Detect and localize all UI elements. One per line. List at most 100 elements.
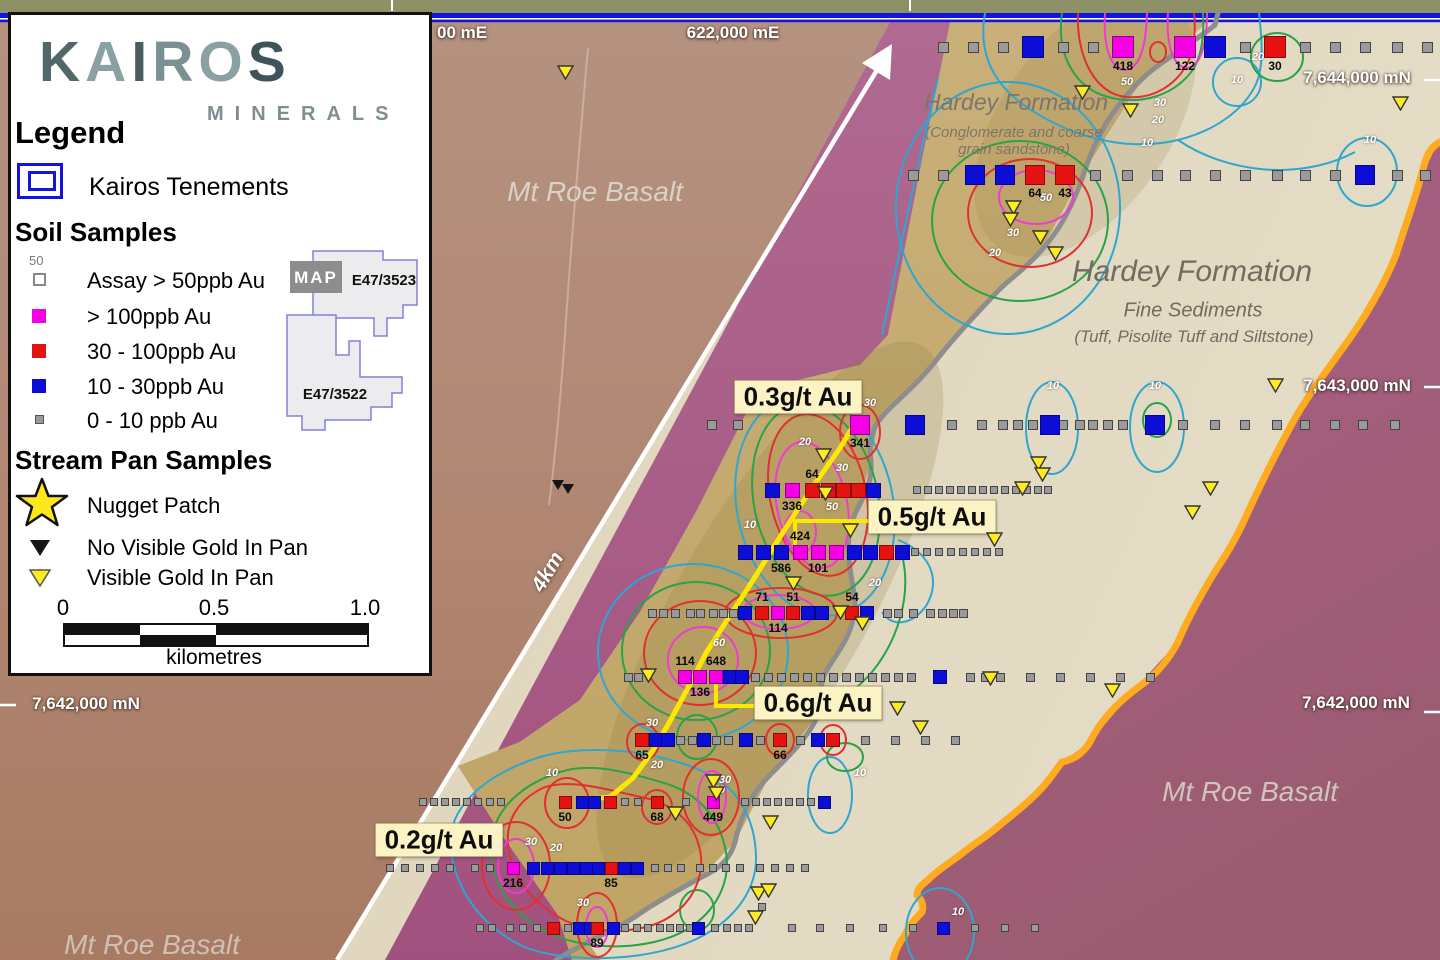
- soil-item-label: > 100ppb Au: [87, 304, 211, 330]
- soil-sample-low: [921, 736, 930, 745]
- contour-value-label: 10: [546, 767, 558, 779]
- assay-value-label: 85: [604, 876, 617, 890]
- soil-sample-low: [1001, 924, 1009, 932]
- kairos-logo-letter: R: [152, 30, 198, 94]
- assay-value-label: 424: [790, 529, 810, 543]
- soil-sample-low: [446, 864, 454, 872]
- soil-sample-low: [1088, 420, 1098, 430]
- soil-sample-low: [788, 924, 796, 932]
- tenements-label: Kairos Tenements: [89, 173, 289, 202]
- pan-sample-visible-gold: [1184, 505, 1201, 520]
- soil-sample-low: [401, 864, 409, 872]
- soil-sample-low: [949, 609, 958, 618]
- pan-sample-visible-gold: [1267, 378, 1284, 393]
- soil-sample-low: [696, 609, 705, 618]
- soil-sample-low: [1330, 42, 1341, 53]
- contour-value-label: 30: [1154, 97, 1166, 109]
- soil-sample-low: [441, 798, 449, 806]
- soil-sample-point: [785, 483, 800, 498]
- assay-value-label: 65: [635, 748, 648, 762]
- pan-sample-visible-gold: [815, 448, 832, 463]
- tenement-outline-icon: [17, 163, 63, 199]
- pan-sample-visible-gold: [854, 616, 871, 631]
- soil-sample-low: [1103, 420, 1113, 430]
- assay-value-label: 586: [771, 561, 791, 575]
- soil-sample-point: [1025, 165, 1045, 185]
- soil-sample-point: [826, 733, 840, 747]
- assay-value-label: 64: [1028, 186, 1041, 200]
- formation-label: (Conglomerate and coarsegrain sandstone): [925, 124, 1103, 159]
- soil-sample-low: [419, 798, 427, 806]
- soil-sample-point: [697, 733, 711, 747]
- contour-value-label: 10: [1364, 134, 1376, 146]
- soil-sample-point: [651, 796, 664, 809]
- assay-value-label: 30: [1268, 59, 1281, 73]
- pan-sample-visible-gold: [1032, 230, 1049, 245]
- soil-sample-low: [486, 798, 494, 806]
- soil-sample-point: [866, 483, 881, 498]
- contour-value-label: 30: [836, 462, 848, 474]
- pan-sample-visible-gold: [912, 720, 929, 735]
- exploration-map-page: 00 mE622,000 mE7,644,000 mN7,643,000 mN7…: [0, 0, 1440, 960]
- soil-sample-low: [648, 609, 657, 618]
- soil-sample-point: [693, 670, 707, 684]
- soil-sample-low: [971, 924, 979, 932]
- yellow-triangle-icon: [29, 569, 51, 587]
- soil-sample-low: [983, 548, 991, 556]
- soil-sample-low: [913, 486, 921, 494]
- soil-sample-point: [801, 606, 815, 620]
- soil-sample-point: [735, 670, 749, 684]
- contour-value-label: 20: [799, 436, 811, 448]
- soil-sample-low: [621, 924, 629, 932]
- contour-value-label: 10: [744, 519, 756, 531]
- legend-panel: KAIROS MINERALS Legend Kairos Tenements …: [8, 12, 432, 676]
- assay-value-label: 66: [773, 748, 786, 762]
- soil-sample-low: [741, 798, 749, 806]
- soil-sample-low: [416, 864, 424, 872]
- soil-sample-low: [533, 924, 541, 932]
- soil-sample-low: [774, 798, 782, 806]
- contour-value-label: 60: [713, 637, 725, 649]
- assay-value-label: 341: [850, 436, 870, 450]
- assay-value-label: 43: [1058, 186, 1071, 200]
- kairos-logo-letter: S: [248, 30, 291, 94]
- contour-value-label: 30: [1007, 227, 1019, 239]
- soil-sample-low: [816, 673, 825, 682]
- soil-sample-point: [756, 545, 771, 560]
- assay-value-label: 51: [786, 590, 799, 604]
- pan-sample-visible-gold: [1034, 467, 1051, 482]
- scale-unit: kilometres: [166, 646, 262, 670]
- soil-sample-low: [796, 798, 804, 806]
- pan-sample-visible-gold: [817, 486, 834, 501]
- soil-sample-point: [692, 922, 705, 935]
- soil-sample-low: [733, 420, 743, 430]
- pan-sample-visible-gold: [1202, 481, 1219, 496]
- pan-sample-visible-gold: [785, 576, 802, 591]
- soil-sample-low: [891, 736, 900, 745]
- soil-sample-low: [829, 673, 838, 682]
- soil-sample-point: [541, 862, 554, 875]
- inset-tenement-lower-label: E47/3522: [303, 386, 367, 403]
- soil-sample-low: [666, 924, 674, 932]
- assay-value-label: 68: [650, 810, 663, 824]
- soil-sample-low: [1390, 420, 1400, 430]
- formation-label: Hardey Formation: [1072, 255, 1312, 290]
- northing-label: 7,644,000 mN: [1303, 68, 1411, 88]
- soil-sample-low: [745, 924, 753, 932]
- soil-sample-low: [1001, 486, 1009, 494]
- assay-50-note: 50: [29, 253, 43, 268]
- soil-sample-point: [604, 796, 617, 809]
- soil-item-label: 0 - 10 ppb Au: [87, 408, 218, 434]
- soil-sample-low: [1058, 42, 1069, 53]
- contour-value-label: 30: [646, 717, 658, 729]
- assay-value-label: 122: [1175, 59, 1195, 73]
- soil-sample-point: [905, 415, 925, 435]
- soil-sample-low: [1031, 924, 1039, 932]
- soil-sample-low: [971, 548, 979, 556]
- soil-sample-low: [1088, 42, 1099, 53]
- soil-sample-low: [659, 609, 668, 618]
- soil-sample-low: [1272, 420, 1282, 430]
- soil-sample-low: [722, 864, 730, 872]
- assay-50-square-icon: [33, 273, 46, 286]
- inset-tenement-upper-label: E47/3523: [352, 272, 416, 289]
